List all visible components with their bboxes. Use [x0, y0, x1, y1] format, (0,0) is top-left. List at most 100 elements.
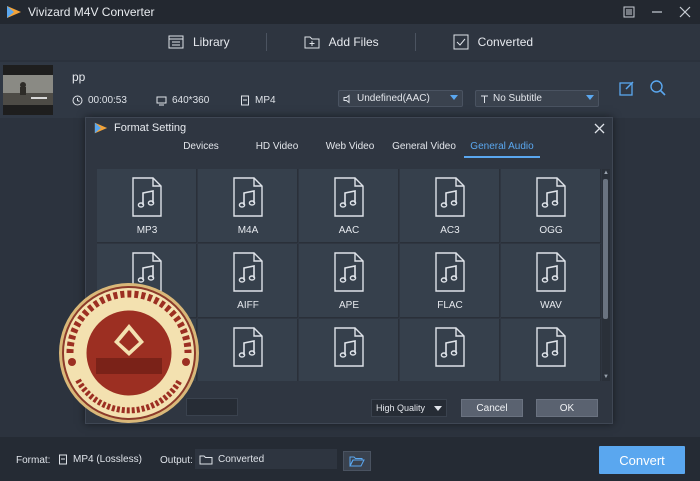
add-files-icon [304, 36, 320, 49]
browse-folder-button[interactable] [343, 451, 371, 471]
audio-file-icon [536, 327, 566, 367]
quality-dropdown[interactable]: High Quality [371, 399, 447, 417]
format-option-label: APE [338, 300, 359, 311]
window-controls [620, 3, 694, 21]
dialog-header: Format Setting [86, 118, 612, 138]
app-title: Vivizard M4V Converter [28, 5, 155, 19]
format-meta: MP4 [240, 95, 276, 106]
scroll-down-icon[interactable]: ▼ [602, 373, 610, 381]
audio-file-icon [536, 252, 566, 292]
audio-file-icon [435, 252, 465, 292]
output-folder-value: Converted [218, 453, 265, 465]
format-option[interactable] [400, 319, 500, 381]
monitor-icon [156, 96, 167, 106]
audio-file-icon [334, 177, 364, 217]
format-option[interactable]: APE [299, 244, 399, 318]
format-option[interactable]: M4A [198, 169, 298, 243]
nav-add-files-label: Add Files [328, 35, 379, 49]
audio-file-icon [334, 327, 364, 367]
library-icon [168, 35, 184, 49]
file-name: pp [72, 70, 86, 84]
audio-file-icon [233, 327, 263, 367]
edit-icon[interactable] [617, 78, 637, 98]
nav-converted[interactable]: Converted [452, 33, 533, 51]
watermark-seal-image [59, 283, 199, 423]
format-option[interactable] [198, 319, 298, 381]
nav-add-files[interactable]: Add Files [303, 33, 379, 51]
menu-icon[interactable] [620, 3, 638, 21]
tab-devices[interactable]: Devices [166, 141, 236, 158]
app-window: Vivizard M4V Converter Library Add Files [0, 0, 700, 481]
format-option[interactable] [299, 319, 399, 381]
chevron-down-icon [586, 95, 594, 100]
nav-converted-label: Converted [477, 35, 534, 49]
format-option-label: WAV [540, 300, 562, 311]
nav-library-label: Library [192, 35, 230, 49]
file-row[interactable]: pp 00:00:53 640*360 MP4 Undefined(AAC) N… [0, 62, 700, 118]
audio-file-icon [334, 252, 364, 292]
format-option[interactable]: AIFF [198, 244, 298, 318]
ok-button[interactable]: OK [536, 399, 598, 417]
speaker-icon [343, 93, 350, 104]
grid-scrollbar[interactable]: ▲ ▼ [602, 169, 610, 381]
cancel-button[interactable]: Cancel [461, 399, 523, 417]
duration-value: 00:00:53 [88, 95, 127, 106]
scroll-thumb[interactable] [603, 179, 608, 319]
folder-icon [199, 455, 213, 464]
chevron-down-icon [450, 95, 458, 100]
subtitle-value: No Subtitle [493, 93, 542, 104]
folder-open-icon [349, 456, 365, 467]
scroll-up-icon[interactable]: ▲ [602, 169, 610, 177]
format-option[interactable]: MP3 [97, 169, 197, 243]
subtitle-dropdown[interactable]: No Subtitle [475, 90, 599, 107]
format-label: Format: [16, 455, 51, 466]
tab-general-video[interactable]: General Video [388, 141, 460, 158]
resolution-meta: 640*360 [156, 95, 209, 106]
title-bar: Vivizard M4V Converter [0, 0, 700, 24]
output-label: Output: [160, 455, 193, 466]
video-thumbnail[interactable] [3, 65, 53, 115]
format-option[interactable]: FLAC [400, 244, 500, 318]
app-logo-icon [94, 122, 108, 134]
search-icon[interactable] [648, 78, 668, 98]
bottom-bar: Format: MP4 (Lossless) Output: Converted… [0, 437, 700, 481]
audio-file-icon [435, 177, 465, 217]
format-option[interactable]: WAV [501, 244, 601, 318]
audio-file-icon [132, 177, 162, 217]
resolution-value: 640*360 [172, 95, 210, 106]
format-option[interactable] [501, 319, 601, 381]
chevron-down-icon [434, 406, 442, 411]
audio-file-icon [536, 177, 566, 217]
format-option-label: MP3 [136, 225, 158, 236]
nav-divider [265, 33, 267, 51]
output-folder-field[interactable]: Converted [195, 449, 337, 469]
duration-meta: 00:00:53 [72, 95, 127, 106]
clock-icon [72, 95, 83, 106]
close-icon[interactable] [590, 119, 608, 137]
tab-web-video[interactable]: Web Video [315, 141, 385, 158]
file-icon [59, 454, 67, 464]
close-icon[interactable] [676, 3, 694, 21]
quality-value: High Quality [376, 403, 426, 413]
audio-file-icon [233, 177, 263, 217]
audio-file-icon [435, 327, 465, 367]
convert-button[interactable]: Convert [599, 446, 685, 474]
output-format-selector[interactable]: MP4 (Lossless) [54, 449, 146, 469]
format-option-label: OGG [539, 225, 563, 236]
format-option-label: FLAC [437, 300, 463, 311]
minimize-icon[interactable] [648, 3, 666, 21]
tab-hd-video[interactable]: HD Video [242, 141, 312, 158]
format-option[interactable]: AC3 [400, 169, 500, 243]
text-icon [481, 95, 488, 103]
format-option[interactable]: AAC [299, 169, 399, 243]
format-option-label: AAC [338, 225, 360, 236]
format-option-label: AIFF [237, 300, 259, 311]
format-option[interactable]: OGG [501, 169, 601, 243]
format-option-label: M4A [237, 225, 259, 236]
output-format-value: MP4 (Lossless) [73, 453, 142, 465]
nav-library[interactable]: Library [167, 33, 230, 51]
audio-track-dropdown[interactable]: Undefined(AAC) [338, 90, 463, 107]
active-tab-indicator [464, 156, 540, 158]
format-value: MP4 [255, 95, 276, 106]
audio-file-icon [233, 252, 263, 292]
